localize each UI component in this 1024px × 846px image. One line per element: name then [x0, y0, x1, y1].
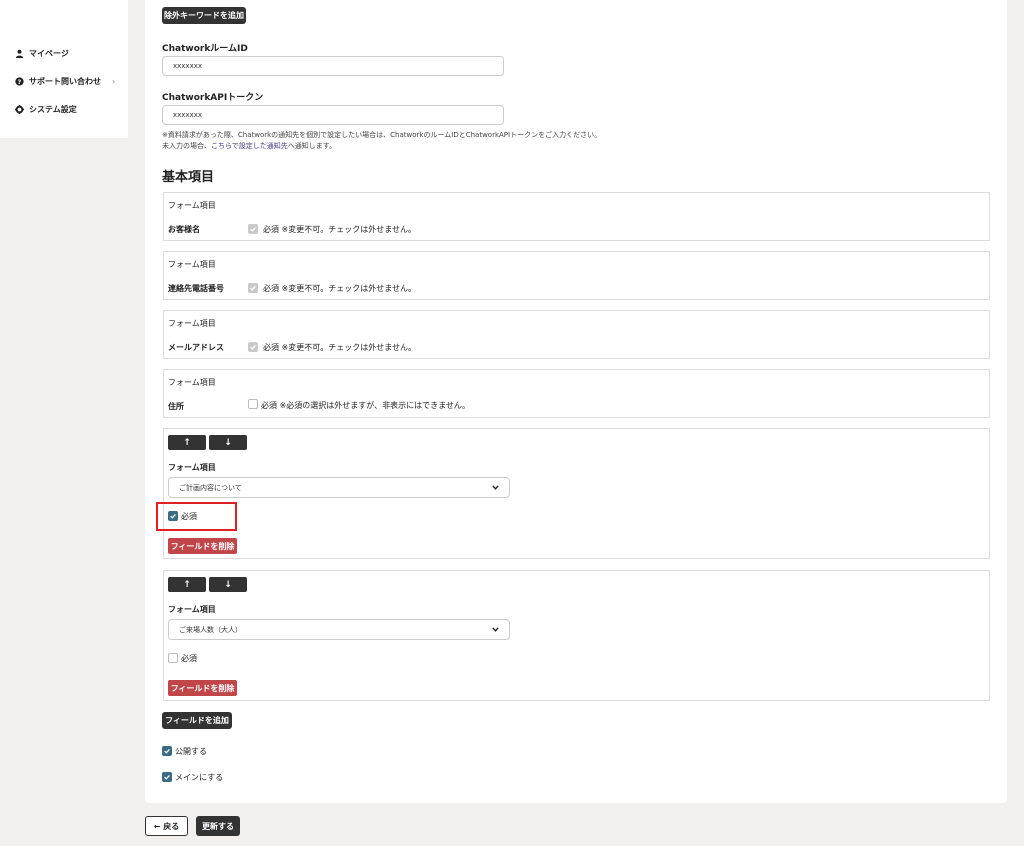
required-note: 必須 ※変更不可。チェックは外せません。 [263, 284, 417, 293]
delete-field-button[interactable]: フィールドを削除 [168, 680, 237, 696]
form-item-label: フォーム項目 [168, 605, 216, 614]
form-item-label: フォーム項目 [168, 201, 216, 210]
sidebar-item-support[interactable]: ? サポート問い合わせ [15, 76, 101, 87]
room-id-label: ChatworkルームID [162, 44, 248, 54]
update-button[interactable]: 更新する [196, 816, 240, 836]
move-up-button[interactable]: ↑ [168, 435, 206, 450]
required-checkbox-address[interactable] [248, 399, 258, 409]
help-circle-icon: ? [15, 77, 24, 86]
field-name-email: メールアドレス [168, 343, 224, 352]
chevron-right-icon: › [112, 77, 116, 86]
publish-label: 公開する [175, 747, 207, 756]
required-checkbox[interactable] [168, 653, 178, 663]
highlight-box [156, 502, 237, 531]
sidebar-item-mypage[interactable]: マイページ [15, 48, 69, 59]
note-line-2: 未入力の場合、こちらで設定した通知先へ通知します。 [162, 141, 601, 152]
select-value: ご計画内容について [179, 483, 242, 492]
add-field-button[interactable]: フィールドを追加 [162, 712, 232, 729]
svg-text:?: ? [18, 79, 22, 86]
add-exclude-keyword-button[interactable]: 除外キーワードを追加 [162, 7, 246, 24]
note-line-1: ※資料請求があった際、Chatworkの通知先を個別で設定したい場合は、Chat… [162, 131, 602, 139]
required-note: 必須 ※必須の選択は外せますが、非表示にはできません。 [261, 401, 470, 410]
select-value: ご来場人数（大人） [179, 625, 242, 634]
required-label: 必須 [181, 654, 197, 663]
required-checkbox-disabled [248, 342, 258, 352]
move-down-button[interactable]: ↓ [209, 577, 247, 592]
main-checkbox[interactable] [162, 772, 172, 782]
field-name-customer: お客様名 [168, 225, 200, 234]
gear-icon [15, 105, 24, 114]
sidebar-item-label: サポート問い合わせ [29, 77, 101, 86]
notification-settings-link[interactable]: こちらで設定した通知先 [211, 142, 288, 150]
sidebar-item-label: マイページ [29, 49, 69, 58]
main-label: メインにする [175, 773, 224, 782]
field-name-phone: 連絡先電話番号 [168, 284, 224, 293]
form-item-label: フォーム項目 [168, 260, 216, 269]
note-suffix: へ通知します。 [287, 142, 337, 150]
form-item-label: フォーム項目 [168, 319, 216, 328]
form-item-label: フォーム項目 [168, 463, 216, 472]
chevron-down-icon [492, 626, 499, 634]
sidebar: マイページ ? サポート問い合わせ › システム設定 [0, 0, 128, 138]
note-prefix: 未入力の場合、 [162, 142, 211, 150]
room-id-input[interactable]: xxxxxxx [162, 56, 504, 76]
delete-field-button[interactable]: フィールドを削除 [168, 538, 237, 554]
basic-items-title: 基本項目 [162, 170, 215, 185]
move-down-button[interactable]: ↓ [209, 435, 247, 450]
sidebar-item-label: システム設定 [29, 105, 77, 114]
field-type-select[interactable]: ご来場人数（大人） [168, 619, 510, 640]
chatwork-note: ※資料請求があった際、Chatworkの通知先を個別で設定したい場合は、Chat… [162, 130, 601, 152]
move-up-button[interactable]: ↑ [168, 577, 206, 592]
chevron-down-icon [492, 484, 499, 492]
sidebar-item-system-settings[interactable]: システム設定 [15, 104, 77, 115]
api-token-label: ChatworkAPIトークン [162, 93, 264, 103]
user-icon [15, 49, 24, 58]
form-item-label: フォーム項目 [168, 378, 216, 387]
required-checkbox-disabled [248, 283, 258, 293]
required-note: 必須 ※変更不可。チェックは外せません。 [263, 225, 417, 234]
field-type-select[interactable]: ご計画内容について [168, 477, 510, 498]
back-button[interactable]: ← 戻る [145, 816, 188, 836]
required-checkbox-disabled [248, 224, 258, 234]
field-name-address: 住所 [168, 402, 184, 411]
required-note: 必須 ※変更不可。チェックは外せません。 [263, 343, 417, 352]
publish-checkbox[interactable] [162, 746, 172, 756]
api-token-input[interactable]: xxxxxxx [162, 105, 504, 125]
